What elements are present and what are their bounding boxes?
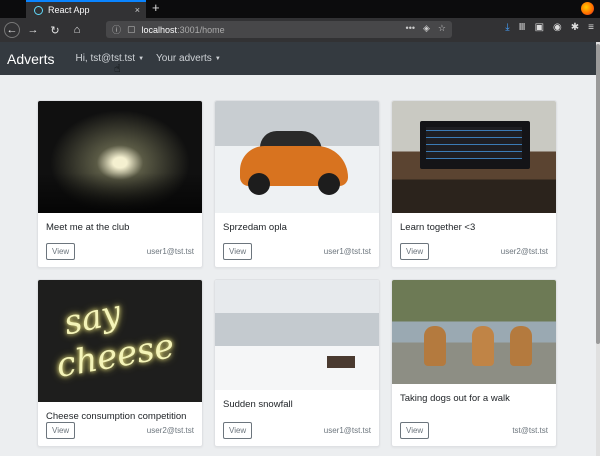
forward-arrow-icon[interactable]: → bbox=[24, 21, 42, 39]
view-button[interactable]: View bbox=[400, 243, 430, 260]
caret-down-icon: ▼ bbox=[214, 55, 221, 62]
advert-author: user1@tst.tst bbox=[146, 247, 194, 256]
advert-title: Sprzedam opla bbox=[223, 222, 287, 233]
advert-card: Learn together <3 View user2@tst.tst bbox=[391, 100, 557, 268]
app-navbar: Adverts Hi, tst@tst.tst ▼ Your adverts ▼ bbox=[0, 42, 596, 75]
advert-card: Meet me at the club View user1@tst.tst bbox=[37, 100, 203, 268]
extensions-icon[interactable]: ✱ bbox=[571, 22, 579, 33]
browser-tab[interactable]: React App × bbox=[26, 0, 146, 18]
view-button[interactable]: View bbox=[223, 243, 253, 260]
advert-grid: Meet me at the club View user1@tst.tst S… bbox=[37, 100, 557, 447]
address-bar[interactable]: ⓘ ▢ localhost:3001/home ••• ◈ ☆ bbox=[106, 21, 452, 38]
advert-title: Cheese consumption competition bbox=[46, 411, 187, 422]
library-icon[interactable]: Ⅲ bbox=[519, 22, 526, 33]
browser-tab-bar: React App × + bbox=[0, 0, 600, 18]
snowy-forest-image bbox=[215, 280, 379, 390]
advert-author: user1@tst.tst bbox=[323, 426, 371, 435]
url-path: :3001/home bbox=[177, 24, 225, 35]
view-button[interactable]: View bbox=[46, 243, 76, 260]
reload-icon[interactable]: ↻ bbox=[46, 21, 64, 39]
advert-title: Taking dogs out for a walk bbox=[400, 393, 510, 404]
user-menu-label: Hi, tst@tst.tst bbox=[75, 53, 136, 64]
advert-author: tst@tst.tst bbox=[512, 426, 548, 435]
close-tab-icon[interactable]: × bbox=[135, 5, 140, 15]
account-icon[interactable]: ◉ bbox=[553, 22, 562, 33]
bookmark-star-icon[interactable]: ☆ bbox=[438, 23, 446, 34]
advert-author: user2@tst.tst bbox=[500, 247, 548, 256]
tab-title: React App bbox=[48, 5, 90, 15]
your-adverts-label: Your adverts bbox=[156, 53, 212, 64]
page-icon: ▢ bbox=[127, 24, 136, 34]
page-scrollbar-thumb[interactable] bbox=[596, 44, 600, 344]
advert-author: user2@tst.tst bbox=[146, 426, 194, 435]
your-adverts-dropdown[interactable]: Your adverts ▼ bbox=[156, 53, 221, 64]
browser-toolbar-right: ⤓ Ⅲ ▣ ◉ ✱ ≡ bbox=[505, 22, 594, 33]
advert-title: Meet me at the club bbox=[46, 222, 130, 233]
view-button[interactable]: View bbox=[400, 422, 430, 439]
club-crowd-image bbox=[38, 101, 202, 213]
neon-say-cheese-image: say cheese bbox=[38, 280, 202, 402]
back-arrow-icon[interactable]: ← bbox=[4, 22, 20, 38]
view-button[interactable]: View bbox=[46, 422, 76, 439]
firefox-logo-icon bbox=[581, 2, 594, 15]
view-button[interactable]: View bbox=[223, 422, 253, 439]
advert-card: Sudden snowfall View user1@tst.tst bbox=[214, 279, 380, 447]
puppies-image bbox=[392, 280, 556, 384]
advert-card: Taking dogs out for a walk View tst@tst.… bbox=[391, 279, 557, 447]
desk-monitor-image bbox=[392, 101, 556, 213]
page-actions-icon[interactable]: ••• bbox=[406, 23, 415, 34]
advert-author: user1@tst.tst bbox=[323, 247, 371, 256]
advert-title: Learn together <3 bbox=[400, 222, 476, 233]
menu-hamburger-icon[interactable]: ≡ bbox=[588, 22, 594, 33]
advert-title: Sudden snowfall bbox=[223, 399, 293, 410]
user-menu-dropdown[interactable]: Hi, tst@tst.tst ▼ bbox=[75, 53, 144, 64]
pocket-icon[interactable]: ◈ bbox=[423, 23, 430, 34]
download-icon[interactable]: ⤓ bbox=[505, 22, 509, 33]
advert-card: Sprzedam opla View user1@tst.tst bbox=[214, 100, 380, 268]
new-tab-button[interactable]: + bbox=[152, 1, 160, 15]
react-favicon-icon bbox=[34, 5, 43, 15]
orange-car-image bbox=[215, 101, 379, 213]
home-icon[interactable]: ⌂ bbox=[68, 21, 86, 39]
advert-card: say cheese Cheese consumption competitio… bbox=[37, 279, 203, 447]
brand-link[interactable]: Adverts bbox=[7, 51, 54, 67]
info-icon[interactable]: ⓘ bbox=[112, 23, 121, 36]
url-host: localhost bbox=[141, 24, 178, 35]
sidebar-icon[interactable]: ▣ bbox=[535, 22, 544, 33]
mouse-pointer-icon: ☝ bbox=[114, 63, 121, 75]
caret-down-icon: ▼ bbox=[138, 55, 145, 62]
